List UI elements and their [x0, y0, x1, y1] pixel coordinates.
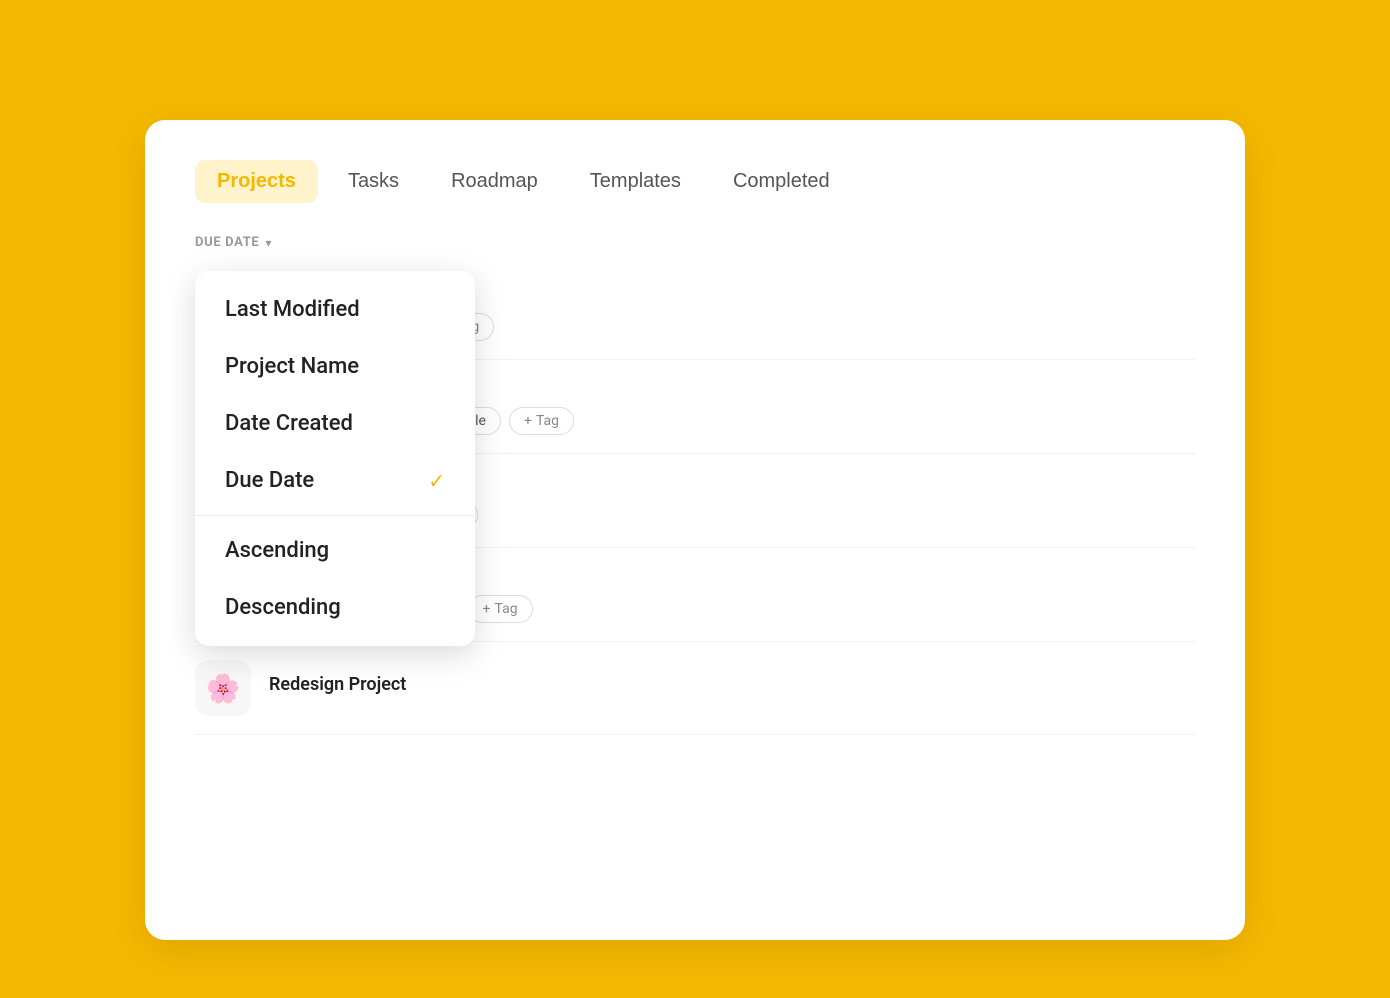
tab-tasks[interactable]: Tasks — [326, 160, 421, 203]
project-name: Redesign Project — [269, 674, 1195, 695]
tab-completed[interactable]: Completed — [711, 160, 852, 203]
project-emoji: 🌸 — [195, 660, 251, 716]
sort-label: DUE DATE — [195, 235, 259, 250]
check-icon: ✓ — [428, 469, 445, 493]
project-item: 🌸 Redesign Project — [195, 642, 1195, 735]
project-info: Redesign Project — [269, 674, 1195, 703]
tab-bar: Projects Tasks Roadmap Templates Complet… — [195, 160, 1195, 203]
sort-option-project-name[interactable]: Project Name — [195, 338, 475, 395]
tab-templates[interactable]: Templates — [568, 160, 703, 203]
sort-option-date-created[interactable]: Date Created — [195, 395, 475, 452]
tab-roadmap[interactable]: Roadmap — [429, 160, 560, 203]
tab-projects[interactable]: Projects — [195, 160, 318, 203]
tag-add-button[interactable]: + Tag — [509, 407, 574, 435]
sort-bar: DUE DATE ▾ Last Modified Project Name Da… — [195, 235, 1195, 250]
app-card: Projects Tasks Roadmap Templates Complet… — [145, 120, 1245, 940]
chevron-down-icon: ▾ — [265, 236, 271, 250]
sort-option-ascending[interactable]: Ascending — [195, 522, 475, 579]
sort-dropdown: Last Modified Project Name Date Created … — [195, 271, 475, 646]
sort-option-descending[interactable]: Descending — [195, 579, 475, 636]
sort-option-last-modified[interactable]: Last Modified — [195, 281, 475, 338]
tag-add-button[interactable]: + Tag — [468, 595, 533, 623]
dropdown-divider — [195, 515, 475, 516]
sort-option-due-date[interactable]: Due Date ✓ — [195, 452, 475, 509]
